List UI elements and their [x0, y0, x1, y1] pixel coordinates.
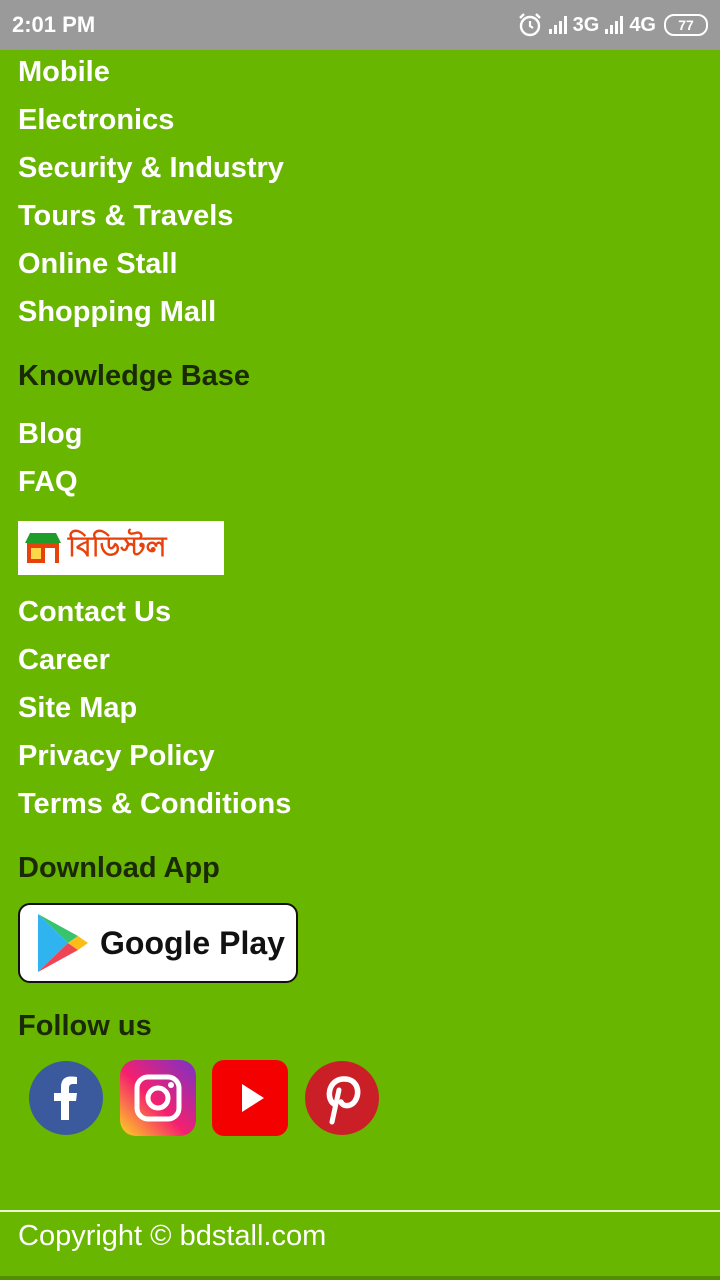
download-app-heading: Download App — [18, 852, 220, 884]
network-label-3g: 3G — [572, 13, 600, 36]
google-play-button[interactable]: Google Play — [18, 903, 298, 983]
link-security-industry[interactable]: Security & Industry — [18, 152, 284, 185]
knowledge-base-heading: Knowledge Base — [18, 360, 251, 392]
link-privacy-policy[interactable]: Privacy Policy — [18, 740, 215, 773]
pinterest-icon[interactable] — [304, 1060, 380, 1136]
copyright-text: Copyright © bdstall.com — [18, 1220, 327, 1252]
logo-text: বিডিস্টল — [68, 530, 167, 562]
shop-icon — [25, 533, 61, 563]
status-indicators: 3G 4G 77 — [517, 11, 708, 39]
link-mobile[interactable]: Mobile — [18, 56, 110, 89]
google-play-icon — [38, 914, 88, 972]
facebook-icon[interactable] — [28, 1060, 104, 1136]
link-tours-travels[interactable]: Tours & Travels — [18, 200, 233, 233]
link-faq[interactable]: FAQ — [18, 466, 78, 499]
link-electronics[interactable]: Electronics — [18, 104, 174, 137]
signal-icon — [548, 16, 567, 34]
network-label-4g: 4G — [629, 13, 656, 36]
bottom-edge — [0, 1276, 720, 1280]
link-blog[interactable]: Blog — [18, 418, 82, 451]
youtube-icon[interactable] — [212, 1060, 288, 1136]
instagram-icon[interactable] — [120, 1060, 196, 1136]
follow-us-heading: Follow us — [18, 1010, 152, 1042]
link-contact-us[interactable]: Contact Us — [18, 596, 171, 629]
footer-divider — [0, 1210, 720, 1212]
link-terms-conditions[interactable]: Terms & Conditions — [18, 788, 291, 821]
link-site-map[interactable]: Site Map — [18, 692, 137, 725]
google-play-label: Google Play — [100, 924, 285, 961]
bdstall-logo[interactable]: বিডিস্টল — [18, 521, 224, 575]
signal-icon — [605, 16, 624, 34]
link-shopping-mall[interactable]: Shopping Mall — [18, 296, 216, 329]
link-online-stall[interactable]: Online Stall — [18, 248, 178, 281]
battery-icon: 77 — [664, 14, 708, 36]
status-time: 2:01 PM — [12, 12, 96, 37]
status-bar: 2:01 PM 3G 4G 77 — [0, 0, 720, 50]
alarm-icon — [518, 13, 541, 37]
link-career[interactable]: Career — [18, 644, 110, 677]
